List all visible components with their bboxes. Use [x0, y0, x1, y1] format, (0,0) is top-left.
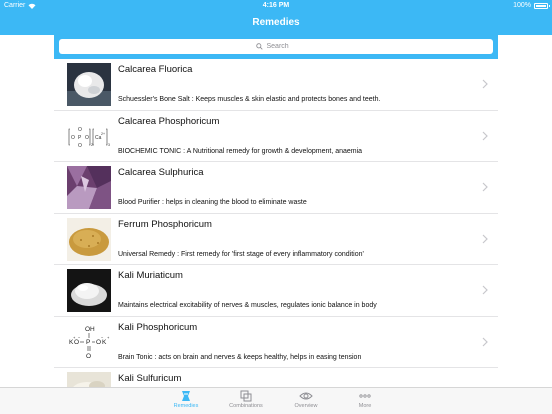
remedy-name: Kali Sulfuricum — [118, 373, 182, 384]
chevron-right-icon — [482, 337, 488, 346]
status-time: 4:16 PM — [262, 2, 290, 9]
remedy-name: Calcarea Fluorica — [118, 64, 193, 75]
chevron-right-icon — [482, 79, 488, 89]
list-item[interactable]: OH K O + − P O − K + O Kali Phosphoricum… — [54, 317, 498, 368]
search-bar — [54, 35, 498, 59]
nav-bar: Remedies — [0, 11, 552, 35]
kali-muriaticum-image — [67, 269, 111, 312]
battery-icon — [534, 2, 550, 9]
formula-oxygen: O — [74, 339, 79, 346]
status-bar: Carrier 4:16 PM 100% — [0, 0, 552, 11]
chevron-right-icon — [482, 285, 488, 295]
formula-oxygen: O — [78, 143, 82, 149]
chevron-right-icon — [482, 131, 488, 140]
more-icon — [359, 394, 371, 398]
calcarea-sulphurica-image — [67, 166, 111, 209]
tab-label: Remedies — [173, 403, 199, 409]
search-input[interactable] — [266, 43, 297, 50]
list-item[interactable]: Ferrum Phosphoricum Universal Remedy : F… — [54, 214, 498, 265]
list-item[interactable]: Kali Sulfuricum — [54, 368, 498, 387]
chevron-right-icon — [482, 182, 488, 192]
search-icon — [255, 43, 263, 50]
remedy-description: Brain Tonic : acts on brain and nerves &… — [118, 353, 362, 361]
tab-more[interactable]: More — [335, 390, 395, 409]
tab-remedies[interactable]: Remedies — [156, 390, 216, 409]
tab-bar: Remedies Combinations Overview More — [0, 387, 552, 414]
calcarea-phosphoricum-formula-image: O P O O O 2 Ca 2+ 3 — [67, 114, 111, 158]
formula-subscript: 3 — [108, 143, 110, 147]
formula-oxygen: O — [71, 135, 75, 141]
list-item[interactable]: O P O O O 2 Ca 2+ 3 Calcarea Phosphoricu… — [54, 111, 498, 162]
formula-oxygen: O — [78, 127, 82, 133]
list-item[interactable]: Calcarea Fluorica Schuessler's Bone Salt… — [54, 59, 498, 111]
remedy-name: Ferrum Phosphoricum — [118, 218, 212, 230]
remedy-description: Universal Remedy : First remedy for 'fir… — [118, 250, 364, 258]
eye-icon — [299, 392, 313, 400]
formula-charge: 2+ — [101, 132, 105, 136]
tab-overview[interactable]: Overview — [276, 390, 336, 409]
remedy-name: Kali Phosphoricum — [118, 321, 198, 333]
combinations-icon — [240, 390, 252, 402]
remedy-description: BIOCHEMIC TONIC : A Nutritional remedy f… — [118, 147, 363, 155]
formula-potassium: K — [102, 339, 107, 346]
kali-phosphoricum-formula-image: OH K O + − P O − K + O — [67, 320, 111, 364]
remedy-list: Calcarea Fluorica Schuessler's Bone Salt… — [54, 59, 498, 387]
remedy-description: Schuessler's Bone Salt : Keeps muscles &… — [118, 96, 381, 103]
tab-combinations[interactable]: Combinations — [216, 390, 276, 409]
battery-percentage: 100% — [513, 2, 531, 9]
status-right: 100% — [513, 0, 550, 11]
formula-oxygen: O — [86, 353, 91, 360]
formula-hydroxyl: OH — [85, 326, 95, 333]
list-item[interactable]: Calcarea Sulphurica Blood Purifier : hel… — [54, 162, 498, 214]
search-field[interactable] — [59, 39, 493, 54]
remedy-name: Calcarea Sulphurica — [118, 167, 204, 178]
remedy-name: Calcarea Phosphoricum — [118, 115, 220, 127]
remedy-description: Maintains electrical excitability of ner… — [118, 302, 377, 309]
formula-subscript: 2 — [91, 143, 93, 147]
remedies-icon — [182, 391, 190, 401]
chevron-right-icon — [482, 234, 488, 243]
kali-sulfuricum-image — [67, 372, 111, 387]
formula-phosphorus: P — [86, 339, 90, 346]
tab-label: More — [358, 403, 372, 409]
tab-label: Combinations — [229, 403, 263, 409]
remedy-name: Kali Muriaticum — [118, 270, 183, 281]
calcarea-fluorica-image — [67, 63, 111, 106]
remedy-description: Blood Purifier : helps in cleaning the b… — [118, 199, 307, 206]
list-item[interactable]: Kali Muriaticum Maintains electrical exc… — [54, 265, 498, 317]
tab-label: Overview — [294, 403, 318, 409]
page-title: Remedies — [252, 17, 300, 28]
formula-oxygen: O — [96, 339, 101, 346]
ferrum-phosphoricum-image — [67, 217, 111, 261]
formula-oxygen: O — [85, 135, 89, 141]
